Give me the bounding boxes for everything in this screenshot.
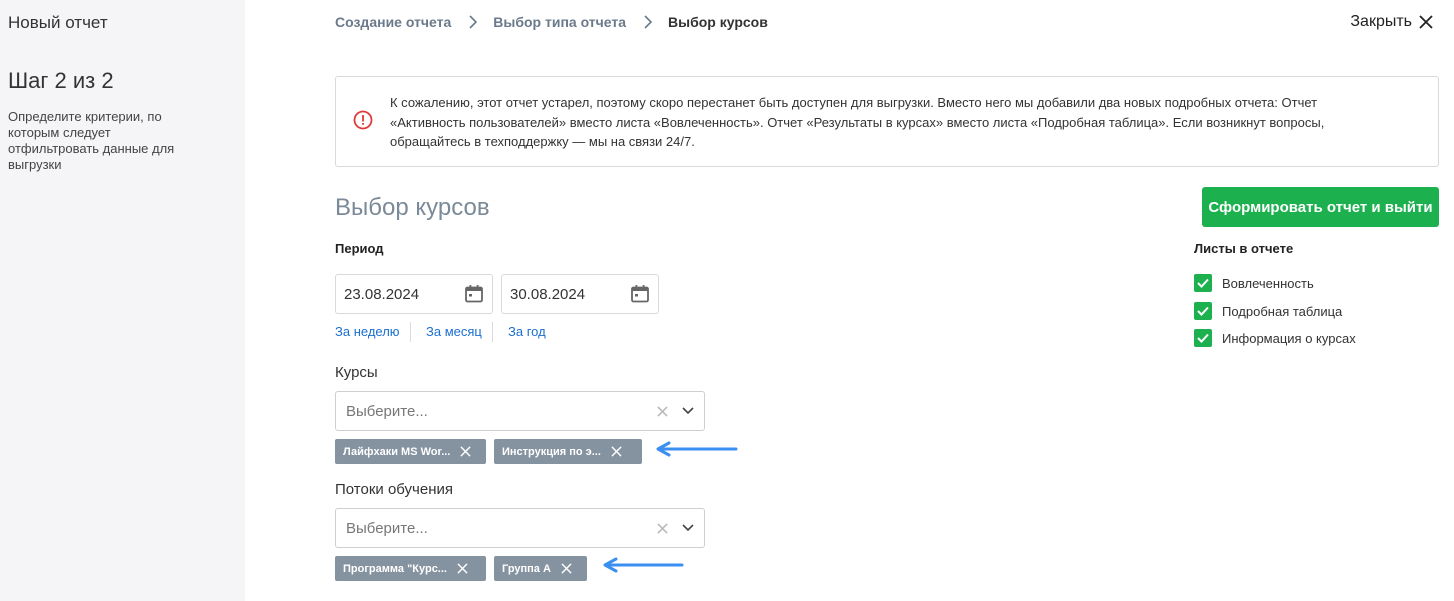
remove-icon[interactable]	[460, 446, 471, 457]
courses-label: Курсы	[335, 364, 378, 381]
sidebar: Новый отчет Шаг 2 из 2 Определите критер…	[0, 0, 245, 601]
stream-chip: Программа "Курс...	[335, 556, 486, 581]
chip-label: Программа "Курс...	[343, 562, 447, 575]
courses-placeholder: Выберите...	[346, 402, 428, 420]
sheet-option-label: Информация о курсах	[1222, 330, 1356, 346]
chevron-down-icon[interactable]	[682, 407, 694, 415]
chevron-down-icon[interactable]	[682, 524, 694, 532]
chip-label: Инструкция по э...	[502, 445, 601, 458]
checkbox-checked[interactable]	[1194, 302, 1212, 320]
close-button[interactable]: Закрыть	[1350, 13, 1434, 31]
streams-label: Потоки обучения	[335, 481, 453, 498]
page-title: Выбор курсов	[335, 194, 490, 221]
date-from-value: 23.08.2024	[344, 285, 420, 303]
sheet-option-course-info[interactable]: Информация о курсах	[1194, 329, 1356, 347]
sheets-label: Листы в отчете	[1194, 241, 1294, 256]
quick-range-month[interactable]: За месяц	[426, 324, 482, 339]
streams-select[interactable]: Выберите...	[335, 508, 705, 548]
clear-icon[interactable]	[657, 522, 668, 534]
close-icon	[1419, 15, 1433, 29]
quick-range-year[interactable]: За год	[508, 324, 546, 339]
checkbox-checked[interactable]	[1194, 329, 1212, 347]
chip-label: Лайфхаки MS Wor...	[343, 445, 451, 458]
warning-circle-icon	[353, 110, 373, 130]
checkbox-checked[interactable]	[1194, 274, 1212, 292]
period-label: Период	[335, 241, 384, 256]
remove-icon[interactable]	[561, 563, 572, 574]
clear-icon[interactable]	[657, 405, 668, 417]
remove-icon[interactable]	[457, 563, 468, 574]
course-chip: Лайфхаки MS Wor...	[335, 439, 486, 464]
date-from-field[interactable]: 23.08.2024	[335, 274, 493, 314]
quick-range-week[interactable]: За неделю	[335, 324, 400, 339]
alert-text: К сожалению, этот отчет устарел, поэтому…	[390, 95, 1325, 149]
calendar-icon[interactable]	[630, 284, 650, 304]
sheet-option-label: Вовлеченность	[1222, 275, 1314, 291]
breadcrumb-current: Выбор курсов	[668, 14, 768, 30]
quick-range-divider	[410, 322, 411, 342]
sheet-option-detailed-table[interactable]: Подробная таблица	[1194, 302, 1342, 320]
sheet-option-engagement[interactable]: Вовлеченность	[1194, 274, 1314, 292]
close-label: Закрыть	[1350, 13, 1412, 30]
breadcrumb: Создание отчета Выбор типа отчета Выбор …	[335, 14, 768, 30]
step-description: Определите критерии, по которым следует …	[8, 109, 175, 172]
course-chip: Инструкция по э...	[494, 439, 642, 464]
quick-range-divider	[492, 322, 493, 342]
chip-label: Группа А	[502, 562, 551, 575]
annotation-arrow-icon	[656, 441, 738, 457]
step-indicator: Шаг 2 из 2	[8, 68, 114, 93]
deprecation-alert: К сожалению, этот отчет устарел, поэтому…	[335, 76, 1439, 167]
chevron-right-icon	[469, 15, 478, 29]
stream-chip: Группа А	[494, 556, 587, 581]
breadcrumb-item-report-type[interactable]: Выбор типа отчета	[493, 14, 626, 30]
chevron-right-icon	[644, 15, 653, 29]
generate-report-button[interactable]: Сформировать отчет и выйти	[1202, 187, 1439, 227]
streams-placeholder: Выберите...	[346, 519, 428, 537]
sidebar-title: Новый отчет	[8, 13, 108, 32]
remove-icon[interactable]	[611, 446, 622, 457]
date-to-field[interactable]: 30.08.2024	[501, 274, 659, 314]
courses-select[interactable]: Выберите...	[335, 391, 705, 431]
sheet-option-label: Подробная таблица	[1222, 303, 1343, 319]
breadcrumb-item-create-report[interactable]: Создание отчета	[335, 14, 451, 30]
annotation-arrow-icon	[603, 557, 684, 573]
calendar-icon[interactable]	[464, 284, 484, 304]
date-to-value: 30.08.2024	[510, 285, 586, 303]
